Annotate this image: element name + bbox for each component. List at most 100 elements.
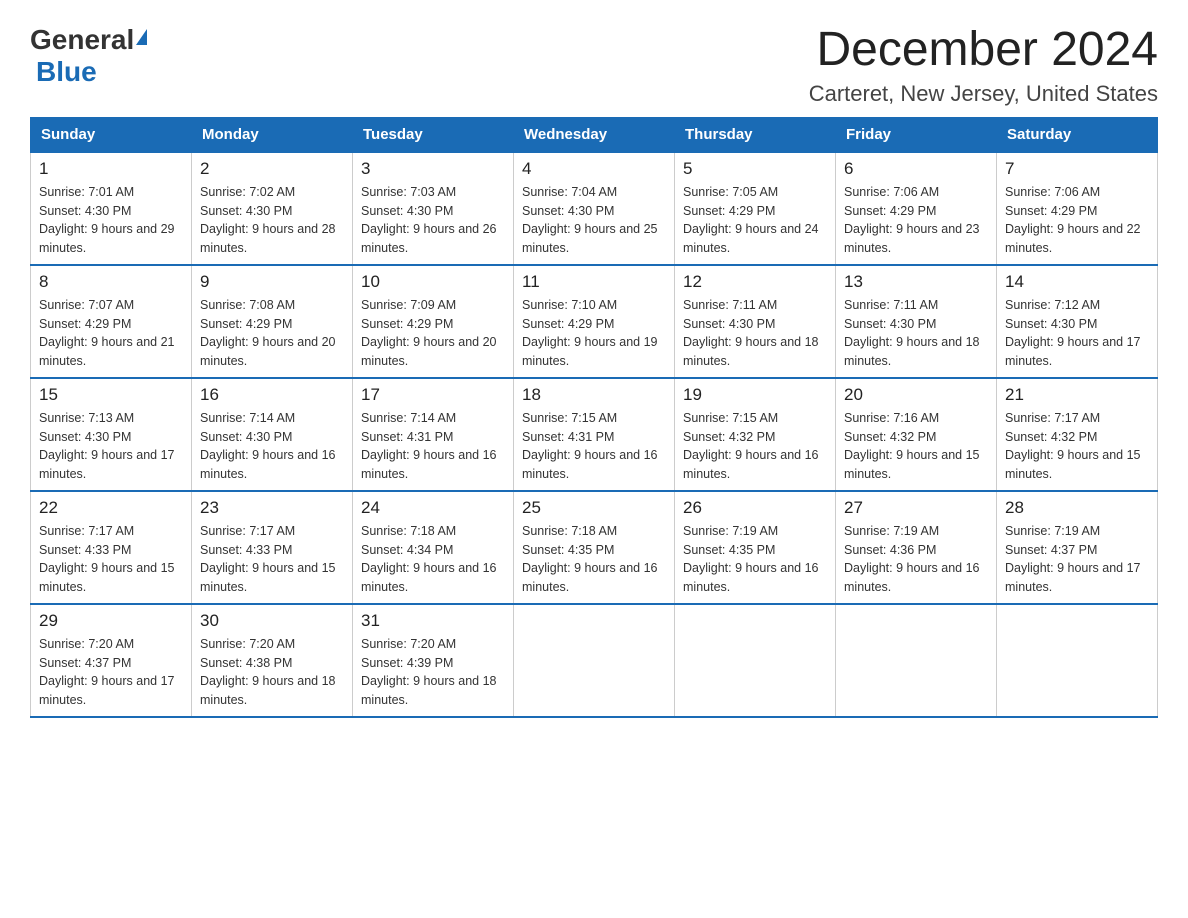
day-number: 8 bbox=[39, 272, 183, 292]
day-number: 3 bbox=[361, 159, 505, 179]
day-info: Sunrise: 7:17 AMSunset: 4:33 PMDaylight:… bbox=[200, 522, 344, 597]
day-info: Sunrise: 7:20 AMSunset: 4:37 PMDaylight:… bbox=[39, 635, 183, 710]
day-info: Sunrise: 7:14 AMSunset: 4:30 PMDaylight:… bbox=[200, 409, 344, 484]
calendar-cell bbox=[514, 604, 675, 717]
calendar-week-row: 1 Sunrise: 7:01 AMSunset: 4:30 PMDaylight… bbox=[31, 152, 1158, 265]
day-info: Sunrise: 7:20 AMSunset: 4:38 PMDaylight:… bbox=[200, 635, 344, 710]
calendar-cell: 29 Sunrise: 7:20 AMSunset: 4:37 PMDayligh… bbox=[31, 604, 192, 717]
title-block: December 2024 Carteret, New Jersey, Unit… bbox=[809, 24, 1158, 107]
day-info: Sunrise: 7:16 AMSunset: 4:32 PMDaylight:… bbox=[844, 409, 988, 484]
calendar-cell: 28 Sunrise: 7:19 AMSunset: 4:37 PMDayligh… bbox=[997, 491, 1158, 604]
day-info: Sunrise: 7:06 AMSunset: 4:29 PMDaylight:… bbox=[844, 183, 988, 258]
day-info: Sunrise: 7:13 AMSunset: 4:30 PMDaylight:… bbox=[39, 409, 183, 484]
calendar-cell: 1 Sunrise: 7:01 AMSunset: 4:30 PMDaylight… bbox=[31, 152, 192, 265]
calendar-week-row: 22 Sunrise: 7:17 AMSunset: 4:33 PMDayligh… bbox=[31, 491, 1158, 604]
day-number: 21 bbox=[1005, 385, 1149, 405]
day-info: Sunrise: 7:15 AMSunset: 4:31 PMDaylight:… bbox=[522, 409, 666, 484]
day-number: 11 bbox=[522, 272, 666, 292]
day-of-week-thursday: Thursday bbox=[675, 117, 836, 152]
day-number: 20 bbox=[844, 385, 988, 405]
day-number: 4 bbox=[522, 159, 666, 179]
day-number: 26 bbox=[683, 498, 827, 518]
calendar-cell: 6 Sunrise: 7:06 AMSunset: 4:29 PMDaylight… bbox=[836, 152, 997, 265]
day-info: Sunrise: 7:17 AMSunset: 4:32 PMDaylight:… bbox=[1005, 409, 1149, 484]
calendar-cell: 7Sunrise: 7:06 AMSunset: 4:29 PMDaylight… bbox=[997, 152, 1158, 265]
logo-blue-text: Blue bbox=[36, 56, 97, 88]
calendar-cell bbox=[997, 604, 1158, 717]
day-info: Sunrise: 7:12 AMSunset: 4:30 PMDaylight:… bbox=[1005, 296, 1149, 371]
calendar-cell: 25 Sunrise: 7:18 AMSunset: 4:35 PMDayligh… bbox=[514, 491, 675, 604]
days-of-week-row: SundayMondayTuesdayWednesdayThursdayFrid… bbox=[31, 117, 1158, 152]
calendar-header: SundayMondayTuesdayWednesdayThursdayFrid… bbox=[31, 117, 1158, 152]
calendar-cell: 9 Sunrise: 7:08 AMSunset: 4:29 PMDaylight… bbox=[192, 265, 353, 378]
day-number: 16 bbox=[200, 385, 344, 405]
day-number: 2 bbox=[200, 159, 344, 179]
day-info: Sunrise: 7:07 AMSunset: 4:29 PMDaylight:… bbox=[39, 296, 183, 371]
calendar-cell: 12 Sunrise: 7:11 AMSunset: 4:30 PMDayligh… bbox=[675, 265, 836, 378]
logo: General Blue bbox=[30, 24, 147, 88]
day-of-week-saturday: Saturday bbox=[997, 117, 1158, 152]
calendar-week-row: 15Sunrise: 7:13 AMSunset: 4:30 PMDayligh… bbox=[31, 378, 1158, 491]
day-number: 9 bbox=[200, 272, 344, 292]
day-info: Sunrise: 7:19 AMSunset: 4:37 PMDaylight:… bbox=[1005, 522, 1149, 597]
day-number: 14 bbox=[1005, 272, 1149, 292]
calendar-table: SundayMondayTuesdayWednesdayThursdayFrid… bbox=[30, 117, 1158, 718]
day-info: Sunrise: 7:11 AMSunset: 4:30 PMDaylight:… bbox=[844, 296, 988, 371]
day-number: 22 bbox=[39, 498, 183, 518]
day-number: 31 bbox=[361, 611, 505, 631]
day-info: Sunrise: 7:11 AMSunset: 4:30 PMDaylight:… bbox=[683, 296, 827, 371]
calendar-cell: 27Sunrise: 7:19 AMSunset: 4:36 PMDayligh… bbox=[836, 491, 997, 604]
day-info: Sunrise: 7:08 AMSunset: 4:29 PMDaylight:… bbox=[200, 296, 344, 371]
day-number: 25 bbox=[522, 498, 666, 518]
day-info: Sunrise: 7:09 AMSunset: 4:29 PMDaylight:… bbox=[361, 296, 505, 371]
calendar-body: 1 Sunrise: 7:01 AMSunset: 4:30 PMDaylight… bbox=[31, 152, 1158, 717]
calendar-subtitle: Carteret, New Jersey, United States bbox=[809, 81, 1158, 107]
calendar-cell: 22 Sunrise: 7:17 AMSunset: 4:33 PMDayligh… bbox=[31, 491, 192, 604]
day-info: Sunrise: 7:04 AMSunset: 4:30 PMDaylight:… bbox=[522, 183, 666, 258]
calendar-cell: 8 Sunrise: 7:07 AMSunset: 4:29 PMDaylight… bbox=[31, 265, 192, 378]
day-number: 1 bbox=[39, 159, 183, 179]
calendar-week-row: 8 Sunrise: 7:07 AMSunset: 4:29 PMDaylight… bbox=[31, 265, 1158, 378]
day-number: 28 bbox=[1005, 498, 1149, 518]
calendar-week-row: 29 Sunrise: 7:20 AMSunset: 4:37 PMDayligh… bbox=[31, 604, 1158, 717]
logo-general-text: General bbox=[30, 24, 134, 56]
day-info: Sunrise: 7:14 AMSunset: 4:31 PMDaylight:… bbox=[361, 409, 505, 484]
calendar-cell: 30 Sunrise: 7:20 AMSunset: 4:38 PMDayligh… bbox=[192, 604, 353, 717]
page-header: General Blue December 2024 Carteret, New… bbox=[30, 24, 1158, 107]
day-number: 27 bbox=[844, 498, 988, 518]
day-info: Sunrise: 7:03 AMSunset: 4:30 PMDaylight:… bbox=[361, 183, 505, 258]
calendar-cell bbox=[836, 604, 997, 717]
calendar-cell: 31 Sunrise: 7:20 AMSunset: 4:39 PMDayligh… bbox=[353, 604, 514, 717]
day-info: Sunrise: 7:17 AMSunset: 4:33 PMDaylight:… bbox=[39, 522, 183, 597]
day-number: 13 bbox=[844, 272, 988, 292]
calendar-cell: 13 Sunrise: 7:11 AMSunset: 4:30 PMDayligh… bbox=[836, 265, 997, 378]
calendar-cell: 3 Sunrise: 7:03 AMSunset: 4:30 PMDaylight… bbox=[353, 152, 514, 265]
day-info: Sunrise: 7:01 AMSunset: 4:30 PMDaylight:… bbox=[39, 183, 183, 258]
day-number: 30 bbox=[200, 611, 344, 631]
day-info: Sunrise: 7:02 AMSunset: 4:30 PMDaylight:… bbox=[200, 183, 344, 258]
day-number: 7 bbox=[1005, 159, 1149, 179]
day-number: 24 bbox=[361, 498, 505, 518]
calendar-cell: 17Sunrise: 7:14 AMSunset: 4:31 PMDayligh… bbox=[353, 378, 514, 491]
day-number: 29 bbox=[39, 611, 183, 631]
day-number: 6 bbox=[844, 159, 988, 179]
day-number: 12 bbox=[683, 272, 827, 292]
calendar-cell: 18 Sunrise: 7:15 AMSunset: 4:31 PMDayligh… bbox=[514, 378, 675, 491]
calendar-cell: 26 Sunrise: 7:19 AMSunset: 4:35 PMDayligh… bbox=[675, 491, 836, 604]
day-number: 18 bbox=[522, 385, 666, 405]
calendar-cell: 20 Sunrise: 7:16 AMSunset: 4:32 PMDayligh… bbox=[836, 378, 997, 491]
day-of-week-monday: Monday bbox=[192, 117, 353, 152]
day-info: Sunrise: 7:18 AMSunset: 4:35 PMDaylight:… bbox=[522, 522, 666, 597]
day-info: Sunrise: 7:19 AMSunset: 4:35 PMDaylight:… bbox=[683, 522, 827, 597]
day-of-week-tuesday: Tuesday bbox=[353, 117, 514, 152]
calendar-cell: 19Sunrise: 7:15 AMSunset: 4:32 PMDayligh… bbox=[675, 378, 836, 491]
calendar-cell bbox=[675, 604, 836, 717]
calendar-cell: 15Sunrise: 7:13 AMSunset: 4:30 PMDayligh… bbox=[31, 378, 192, 491]
calendar-title: December 2024 bbox=[809, 24, 1158, 77]
day-of-week-sunday: Sunday bbox=[31, 117, 192, 152]
day-info: Sunrise: 7:15 AMSunset: 4:32 PMDaylight:… bbox=[683, 409, 827, 484]
calendar-cell: 24Sunrise: 7:18 AMSunset: 4:34 PMDayligh… bbox=[353, 491, 514, 604]
day-number: 23 bbox=[200, 498, 344, 518]
calendar-cell: 2 Sunrise: 7:02 AMSunset: 4:30 PMDaylight… bbox=[192, 152, 353, 265]
day-info: Sunrise: 7:20 AMSunset: 4:39 PMDaylight:… bbox=[361, 635, 505, 710]
